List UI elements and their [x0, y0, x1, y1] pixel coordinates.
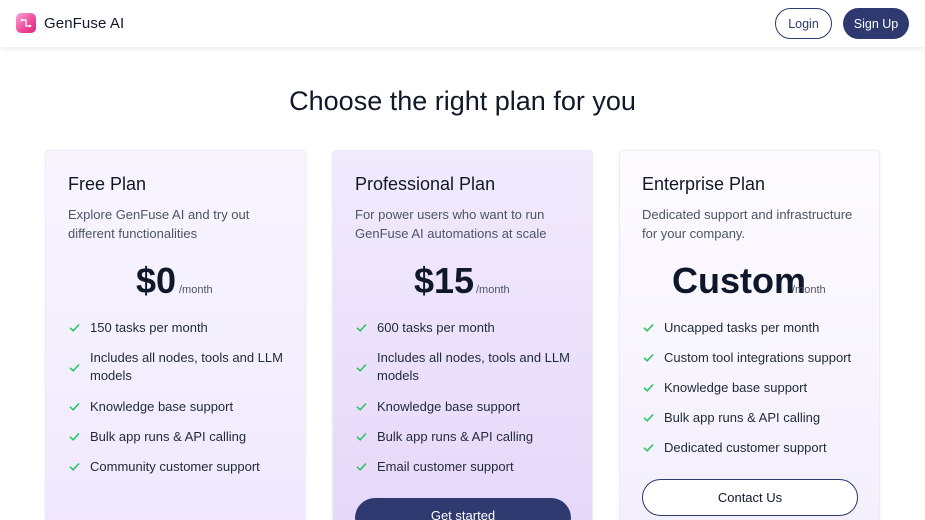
feature-text: Bulk app runs & API calling: [90, 429, 247, 444]
check-icon: [69, 363, 80, 372]
plan-price: $15: [414, 260, 475, 301]
check-icon: [356, 363, 367, 372]
check-icon: [643, 383, 654, 392]
check-icon: [69, 462, 80, 471]
plan-price: Custom: [672, 260, 806, 301]
feature-text: Dedicated customer support: [664, 440, 827, 455]
plan-title: Professional Plan: [355, 174, 496, 194]
feature-text: Knowledge base support: [90, 399, 234, 414]
feature-text: Bulk app runs & API calling: [664, 410, 821, 425]
check-icon: [356, 323, 367, 332]
feature-text: 150 tasks per month: [90, 320, 208, 335]
plan-card-professional: Professional Plan For power users who wa…: [332, 150, 593, 520]
genfuse-logo-icon: [16, 13, 36, 33]
feature-text: Custom tool integrations support: [664, 350, 852, 365]
price-row: Custom /month: [620, 259, 879, 303]
brand-name: GenFuse AI: [44, 14, 125, 32]
plan-description: Explore GenFuse AI and try out different…: [68, 207, 250, 241]
feature-text: Community customer support: [90, 459, 260, 474]
check-icon: [643, 323, 654, 332]
login-button[interactable]: Login: [775, 8, 832, 39]
check-icon: [69, 432, 80, 441]
check-icon: [69, 402, 80, 411]
feature-text: 600 tasks per month: [377, 320, 495, 335]
check-icon: [356, 432, 367, 441]
price-period: /month: [179, 284, 213, 296]
check-icon: [643, 413, 654, 422]
check-icon: [356, 402, 367, 411]
plan-description: Dedicated support and infrastructure for…: [642, 207, 853, 241]
plan-title: Free Plan: [68, 174, 147, 194]
feature-text: Uncapped tasks per month: [664, 320, 820, 335]
plan-title: Enterprise Plan: [642, 174, 766, 194]
price-period: /month: [792, 284, 826, 296]
check-icon: [356, 462, 367, 471]
feature-text: Bulk app runs & API calling: [377, 429, 534, 444]
plan-price: $0: [136, 260, 177, 301]
price-row: $15 /month: [333, 259, 592, 303]
price-period: /month: [476, 284, 510, 296]
plan-description: For power users who want to run GenFuse …: [355, 207, 547, 241]
feature-text: Includes all nodes, tools and LLM models: [90, 350, 283, 383]
feature-text: Knowledge base support: [377, 399, 521, 414]
price-row: $0 /month: [46, 259, 305, 303]
feature-text: Includes all nodes, tools and LLM models: [377, 350, 570, 383]
check-icon: [69, 323, 80, 332]
check-icon: [643, 443, 654, 452]
plan-card-enterprise: Enterprise Plan Dedicated support and in…: [619, 150, 880, 520]
check-icon: [643, 353, 654, 362]
page-heading: Choose the right plan for you: [289, 86, 636, 116]
feature-text: Knowledge base support: [664, 380, 808, 395]
feature-text: Email customer support: [377, 459, 514, 474]
top-navbar: GenFuse AI Login Sign Up: [0, 0, 925, 47]
get-started-button[interactable]: Get started: [355, 498, 571, 520]
contact-us-button[interactable]: Contact Us: [642, 479, 858, 516]
brand-logo[interactable]: GenFuse AI: [16, 13, 124, 33]
plan-card-free: Free Plan Explore GenFuse AI and try out…: [45, 150, 306, 520]
sign-up-button[interactable]: Sign Up: [843, 8, 909, 39]
